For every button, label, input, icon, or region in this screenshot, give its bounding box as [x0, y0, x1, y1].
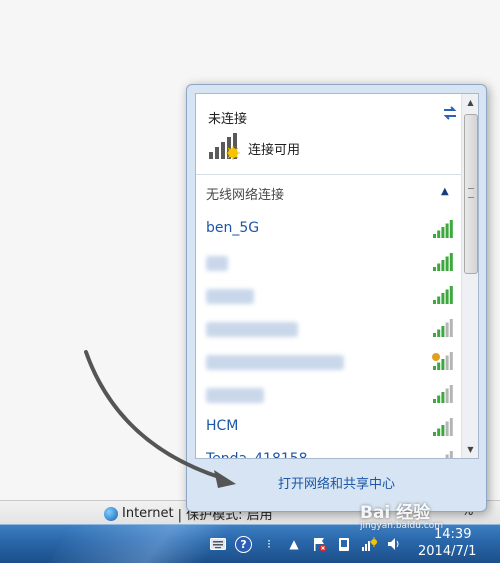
signal-bar [441, 260, 445, 271]
taskbar-clock[interactable]: 14:39 2014/7/1 [418, 526, 476, 560]
network-name: ben_5G [206, 220, 260, 236]
wifi-network-item[interactable] [196, 312, 461, 345]
signal-strength-icon [433, 319, 453, 337]
signal-bar [437, 230, 441, 238]
action-center-flag-icon[interactable] [311, 536, 327, 552]
vertical-scrollbar[interactable]: ▲ ▼ [461, 94, 478, 458]
obscured-network-name [206, 256, 228, 271]
scrollbar-thumb[interactable] [464, 114, 478, 274]
signal-strength-icon [433, 385, 453, 403]
wireless-section-header[interactable]: 无线网络连接 ▲ [196, 175, 461, 209]
signal-bar [445, 322, 449, 337]
signal-bar [449, 451, 453, 458]
wifi-network-item[interactable] [196, 279, 461, 312]
obscured-network-name [206, 322, 298, 337]
wifi-network-item[interactable] [196, 345, 461, 378]
wifi-network-item[interactable]: HCM [196, 411, 461, 444]
signal-bar [437, 296, 441, 304]
signal-bar [449, 253, 453, 271]
network-list-panel: 未连接 连接可用 无线网络连接 ▲ ben_5G HCM Tenda_41815… [195, 93, 479, 459]
wireless-network-list: ben_5G HCM Tenda_418158 [196, 213, 461, 459]
watermark-brand: Bai 经验 [360, 503, 431, 523]
signal-bar [433, 366, 436, 370]
signal-bar [445, 421, 449, 436]
signal-bar [441, 293, 445, 304]
wifi-network-item[interactable] [196, 378, 461, 411]
network-name: HCM [206, 418, 239, 434]
signal-bar [441, 326, 445, 337]
wifi-network-item[interactable]: Tenda_418158 [196, 444, 461, 459]
obscured-network-name [206, 388, 264, 403]
signal-bar [433, 300, 436, 304]
network-flyout: 未连接 连接可用 无线网络连接 ▲ ben_5G HCM Tenda_41815… [186, 84, 487, 512]
signal-strength-secured-icon [432, 352, 453, 370]
signal-strength-icon [441, 451, 453, 459]
clock-date: 2014/7/1 [418, 544, 477, 559]
shield-badge [432, 353, 440, 361]
signal-strength-icon [433, 253, 453, 271]
signal-bar [437, 263, 441, 271]
globe-icon [104, 506, 118, 521]
signal-bar [433, 333, 436, 337]
wifi-network-item[interactable] [196, 246, 461, 279]
signal-bar [445, 289, 449, 304]
refresh-icon[interactable] [441, 104, 459, 122]
signal-bar [441, 425, 445, 436]
volume-icon[interactable] [386, 536, 402, 552]
scroll-down-arrow-icon[interactable]: ▼ [462, 441, 478, 458]
obscured-network-name [206, 355, 344, 370]
signal-bar [437, 428, 441, 436]
dots-icon[interactable]: ⁝ [261, 536, 277, 552]
signal-bar [433, 234, 436, 238]
signal-bar [445, 223, 449, 238]
signal-bar [445, 454, 449, 458]
signal-bar [445, 256, 449, 271]
show-hidden-icons-chevron-icon[interactable]: ▲ [286, 536, 302, 552]
connections-available: 连接可用 [208, 132, 301, 164]
grip-icon [468, 188, 474, 198]
signal-bar [433, 267, 436, 271]
signal-bar [449, 286, 453, 304]
signal-bar [449, 385, 453, 403]
obscured-network-name [206, 289, 254, 304]
signal-bar [433, 399, 436, 403]
signal-bar [449, 418, 453, 436]
wireless-section-title: 无线网络连接 [206, 188, 285, 203]
connection-status: 未连接 [208, 112, 248, 127]
signal-bar [441, 227, 445, 238]
network-tray-icon[interactable] [361, 536, 377, 552]
watermark-url: jingyan.baidu.com [360, 521, 444, 531]
signal-bar [445, 388, 449, 403]
connections-available-label: 连接可用 [248, 142, 301, 158]
signal-bar [449, 319, 453, 337]
network-signal-warning-icon [208, 132, 240, 164]
keyboard-icon[interactable] [210, 536, 226, 552]
signal-bar [437, 362, 441, 370]
signal-bar [437, 395, 441, 403]
signal-bar [449, 220, 453, 238]
signal-bar [445, 355, 449, 370]
device-icon[interactable] [336, 536, 352, 552]
zone-label: Internet [122, 506, 174, 521]
open-network-sharing-center-link[interactable]: 打开网络和共享中心 [187, 473, 486, 492]
system-tray: ? ⁝ ▲ [210, 531, 402, 557]
network-name: Tenda_418158 [206, 451, 308, 459]
scroll-up-arrow-icon[interactable]: ▲ [462, 94, 478, 111]
signal-strength-icon [433, 418, 453, 436]
signal-bar [449, 352, 453, 370]
signal-strength-icon [433, 286, 453, 304]
wifi-network-item[interactable]: ben_5G [196, 213, 461, 246]
collapse-chevron-icon[interactable]: ▲ [441, 186, 449, 197]
signal-strength-icon [433, 220, 453, 238]
signal-bar [441, 359, 445, 370]
signal-bar [441, 392, 445, 403]
signal-bar [441, 458, 444, 459]
watermark-logo: Bai 经验 jingyan.baidu.com [360, 498, 443, 531]
help-icon[interactable]: ? [235, 535, 252, 553]
signal-bar [437, 329, 441, 337]
signal-bar [433, 432, 436, 436]
